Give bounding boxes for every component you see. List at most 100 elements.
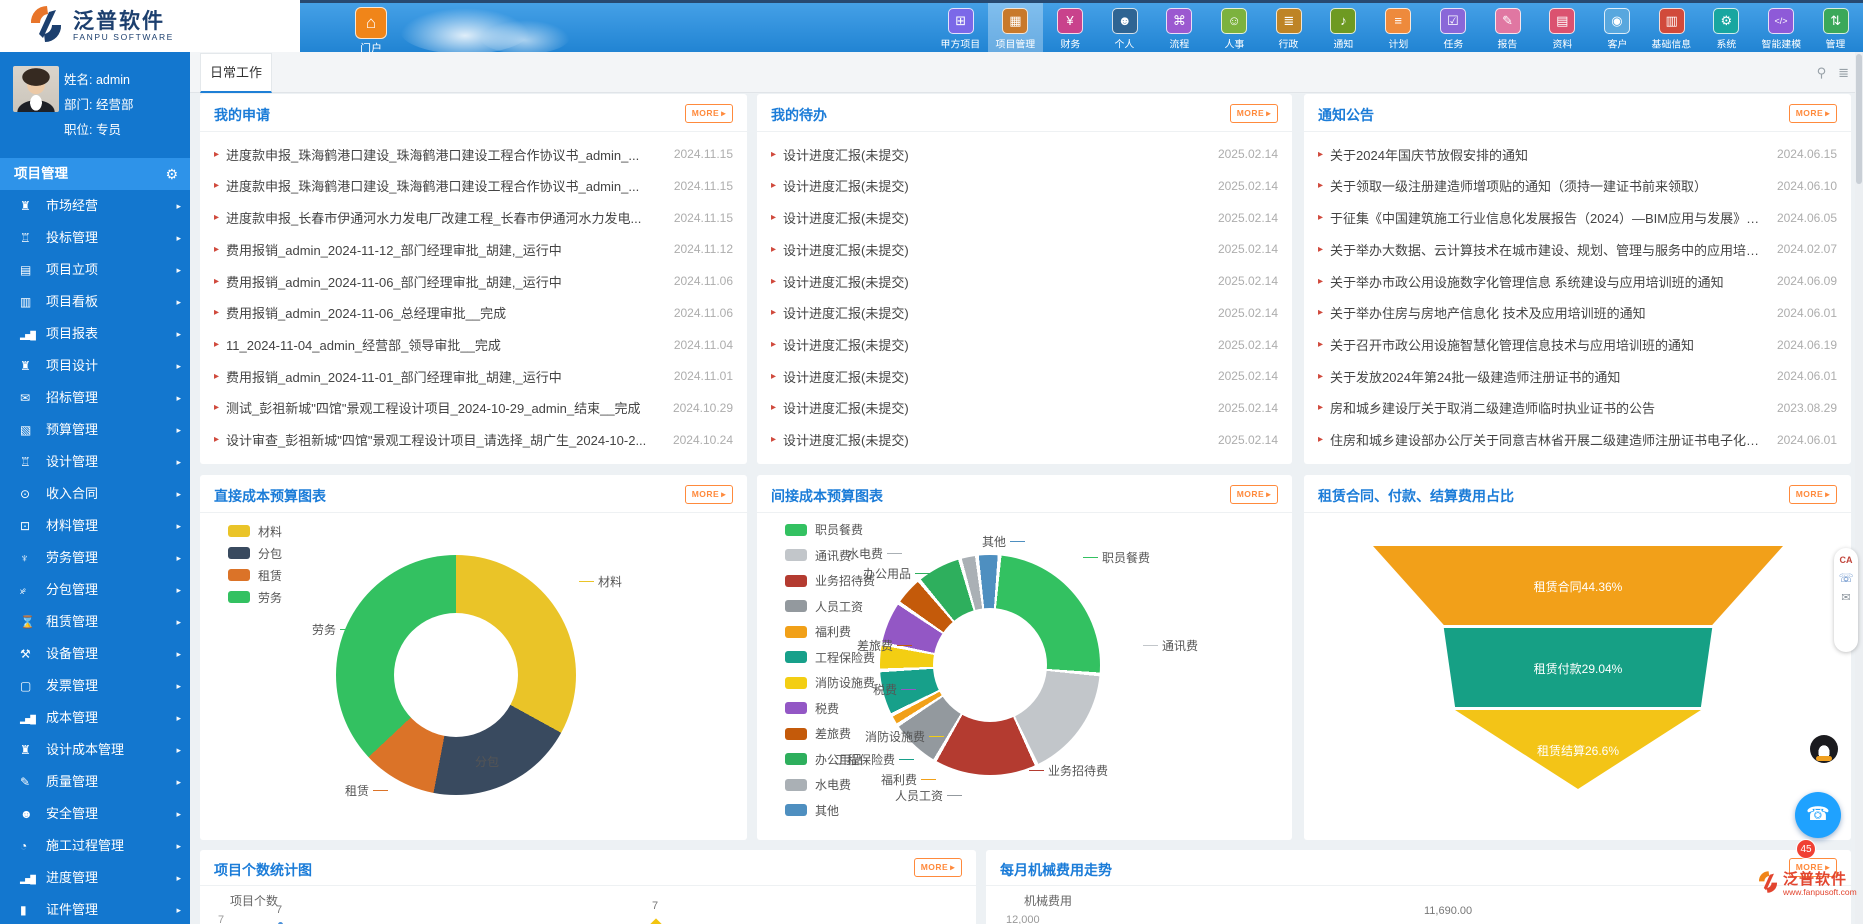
nav-item-administration[interactable]: ≣行政 [1261,3,1316,52]
more-button[interactable]: MORE [1789,104,1837,123]
more-button[interactable]: MORE [685,485,733,504]
item-link[interactable]: 关于领取一级注册建造师增项贴的通知（须持一建证书前来领取） [1330,176,1767,195]
list-item[interactable]: ▸关于2024年国庆节放假安排的通知2024.06.15 [1304,145,1851,164]
item-link[interactable]: 设计进度汇报(未提交) [783,335,1208,354]
legend-item[interactable]: 职员餐费 [785,517,875,543]
mail-icon[interactable]: ✉ [1834,591,1858,604]
list-item[interactable]: ▸费用报销_admin_2024-11-06_总经理审批__完成2024.11.… [200,303,747,322]
item-link[interactable]: 设计审查_彭祖新城"四馆"景观工程设计项目_请选择_胡广生_2024-10-2.… [226,430,663,449]
list-item[interactable]: ▸设计进度汇报(未提交)2025.02.14 [757,145,1292,164]
nav-item-base-info[interactable]: ▥基础信息 [1644,3,1699,52]
legend-item[interactable]: 材料 [228,520,282,542]
item-link[interactable]: 设计进度汇报(未提交) [783,430,1208,449]
sidebar-item-construction[interactable]: ◔施工过程管理▸ [0,830,190,862]
nav-item-plan[interactable]: ≡计划 [1371,3,1426,52]
nav-item-owner-project[interactable]: ⊞甲方项目 [933,3,988,52]
list-item[interactable]: ▸关于举办市政公用设施数字化管理信息 系统建设与应用培训班的通知2024.06.… [1304,272,1851,291]
legend-item[interactable]: 劳务 [228,586,282,608]
item-link[interactable]: 进度款申报_长春市伊通河水力发电厂改建工程_长春市伊通河水力发电... [226,208,664,227]
more-button[interactable]: MORE [1789,485,1837,504]
nav-item-task[interactable]: ☑任务 [1426,3,1481,52]
funnel-segment[interactable]: 租赁结算26.6% [1373,710,1783,789]
funnel-segment[interactable]: 租赁付款29.04% [1373,628,1783,707]
contact-side-panel[interactable]: CA ☏ ✉ [1834,548,1858,652]
list-item[interactable]: ▸设计进度汇报(未提交)2025.02.14 [757,303,1292,322]
sidebar-item-market[interactable]: ♜市场经营▸ [0,190,190,222]
sidebar-item-income-contract[interactable]: ⊙收入合同▸ [0,478,190,510]
list-item[interactable]: ▸设计进度汇报(未提交)2025.02.14 [757,272,1292,291]
list-item[interactable]: ▸进度款申报_珠海鹤港口建设_珠海鹤港口建设工程合作协议书_admin_...2… [200,176,747,195]
list-item[interactable]: ▸费用报销_admin_2024-11-06_部门经理审批_胡建,_运行中202… [200,272,747,291]
legend-item[interactable]: 租赁 [228,564,282,586]
item-link[interactable]: 住房和城乡建设部办公厅关于同意吉林省开展二级建造师注册证书电子化试点... [1330,430,1767,449]
sidebar-item-project-board[interactable]: ▥项目看板▸ [0,286,190,318]
nav-item-notice[interactable]: ♪通知 [1316,3,1371,52]
item-link[interactable]: 费用报销_admin_2024-11-06_总经理审批__完成 [226,303,664,322]
nav-item-customer[interactable]: ◉客户 [1590,3,1645,52]
sidebar-item-project-report[interactable]: ▂▅█项目报表▸ [0,318,190,350]
legend-item[interactable]: 水电费 [785,772,875,798]
legend-item[interactable]: 其他 [785,798,875,824]
item-link[interactable]: 关于发放2024年第24批一级建造师注册证书的通知 [1330,367,1767,386]
nav-item-report[interactable]: ✎报告 [1480,3,1535,52]
list-item[interactable]: ▸设计进度汇报(未提交)2025.02.14 [757,398,1292,417]
item-link[interactable]: 关于举办大数据、云计算技术在城市建设、规划、管理与服务中的应用培训班... [1330,240,1767,259]
funnel-segment[interactable]: 租赁合同44.36% [1373,546,1783,625]
nav-item-personal[interactable]: ☻个人 [1097,3,1152,52]
nav-item-portal[interactable]: ⌂ 门户 [348,7,394,56]
item-link[interactable]: 房和城乡建设厅关于取消二级建造师临时执业证书的公告 [1330,398,1767,417]
legend-item[interactable]: 业务招待费 [785,568,875,594]
sidebar-item-project-design[interactable]: ♜项目设计▸ [0,350,190,382]
nav-item-workflow[interactable]: ⌘流程 [1152,3,1207,52]
chat-service-button[interactable]: ☎ [1795,792,1841,838]
item-link[interactable]: 于征集《中国建筑施工行业信息化发展报告（2024）—BIM应用与发展》材料... [1330,208,1767,227]
item-link[interactable]: 费用报销_admin_2024-11-01_部门经理审批_胡建,_运行中 [226,367,664,386]
nav-item-docs[interactable]: ▤资料 [1535,3,1590,52]
nav-item-manage[interactable]: ⇅管理 [1808,3,1863,52]
list-item[interactable]: ▸设计进度汇报(未提交)2025.02.14 [757,240,1292,259]
more-button[interactable]: MORE [685,104,733,123]
sidebar-item-bidding[interactable]: ♖投标管理▸ [0,222,190,254]
legend-item[interactable]: 分包 [228,542,282,564]
list-item[interactable]: ▸费用报销_admin_2024-11-12_部门经理审批_胡建,_运行中202… [200,240,747,259]
item-link[interactable]: 设计进度汇报(未提交) [783,145,1208,164]
list-item[interactable]: ▸进度款申报_珠海鹤港口建设_珠海鹤港口建设工程合作协议书_admin_...2… [200,145,747,164]
item-link[interactable]: 设计进度汇报(未提交) [783,398,1208,417]
item-link[interactable]: 进度款申报_珠海鹤港口建设_珠海鹤港口建设工程合作协议书_admin_... [226,145,664,164]
item-link[interactable]: 设计进度汇报(未提交) [783,272,1208,291]
sidebar-item-budget[interactable]: ▧预算管理▸ [0,414,190,446]
sidebar-item-schedule[interactable]: ▂▅█进度管理▸ [0,862,190,894]
list-item[interactable]: ▸关于领取一级注册建造师增项贴的通知（须持一建证书前来领取）2024.06.10 [1304,176,1851,195]
sidebar-item-certificate[interactable]: ▮证件管理▸ [0,894,190,924]
list-item[interactable]: ▸费用报销_admin_2024-11-01_部门经理审批_胡建,_运行中202… [200,367,747,386]
list-item[interactable]: ▸关于举办住房与房地产信息化 技术及应用培训班的通知2024.06.01 [1304,303,1851,322]
item-link[interactable]: 关于召开市政公用设施智慧化管理信息技术与应用培训班的通知 [1330,335,1767,354]
item-link[interactable]: 设计进度汇报(未提交) [783,176,1208,195]
list-item[interactable]: ▸设计进度汇报(未提交)2025.02.14 [757,430,1292,449]
item-link[interactable]: 设计进度汇报(未提交) [783,240,1208,259]
scrollbar-thumb[interactable] [1856,54,1862,184]
sidebar-item-lease[interactable]: ⌛租赁管理▸ [0,606,190,638]
nav-item-smart-modeling[interactable]: </>智能建模 [1754,3,1809,52]
sidebar-item-equipment[interactable]: ⚒设备管理▸ [0,638,190,670]
item-link[interactable]: 关于2024年国庆节放假安排的通知 [1330,145,1767,164]
sidebar-item-tender[interactable]: ✉招标管理▸ [0,382,190,414]
key-icon[interactable]: ⚲ [1817,65,1827,81]
sidebar-item-labor[interactable]: ♆劳务管理▸ [0,542,190,574]
legend-item[interactable]: 税费 [785,696,875,722]
list-item[interactable]: ▸设计审查_彭祖新城"四馆"景观工程设计项目_请选择_胡广生_2024-10-2… [200,430,747,449]
item-link[interactable]: 费用报销_admin_2024-11-12_部门经理审批_胡建,_运行中 [226,240,664,259]
list-item[interactable]: ▸住房和城乡建设部办公厅关于同意吉林省开展二级建造师注册证书电子化试点...20… [1304,430,1851,449]
sidebar-item-quality[interactable]: ✎质量管理▸ [0,766,190,798]
sidebar-item-design[interactable]: ♖设计管理▸ [0,446,190,478]
legend-item[interactable]: 消防设施费 [785,670,875,696]
item-link[interactable]: 关于举办市政公用设施数字化管理信息 系统建设与应用培训班的通知 [1330,272,1767,291]
phone-icon[interactable]: ☏ [1834,571,1858,585]
sidebar-item-invoice[interactable]: ▢发票管理▸ [0,670,190,702]
more-button[interactable]: MORE [1230,104,1278,123]
legend-item[interactable]: 差旅费 [785,721,875,747]
sidebar-module-header[interactable]: 项目管理 ⚙ [0,158,190,190]
list-item[interactable]: ▸设计进度汇报(未提交)2025.02.14 [757,176,1292,195]
nav-item-project-mgmt[interactable]: ▦项目管理 [988,3,1043,52]
list-item[interactable]: ▸关于召开市政公用设施智慧化管理信息技术与应用培训班的通知2024.06.19 [1304,335,1851,354]
